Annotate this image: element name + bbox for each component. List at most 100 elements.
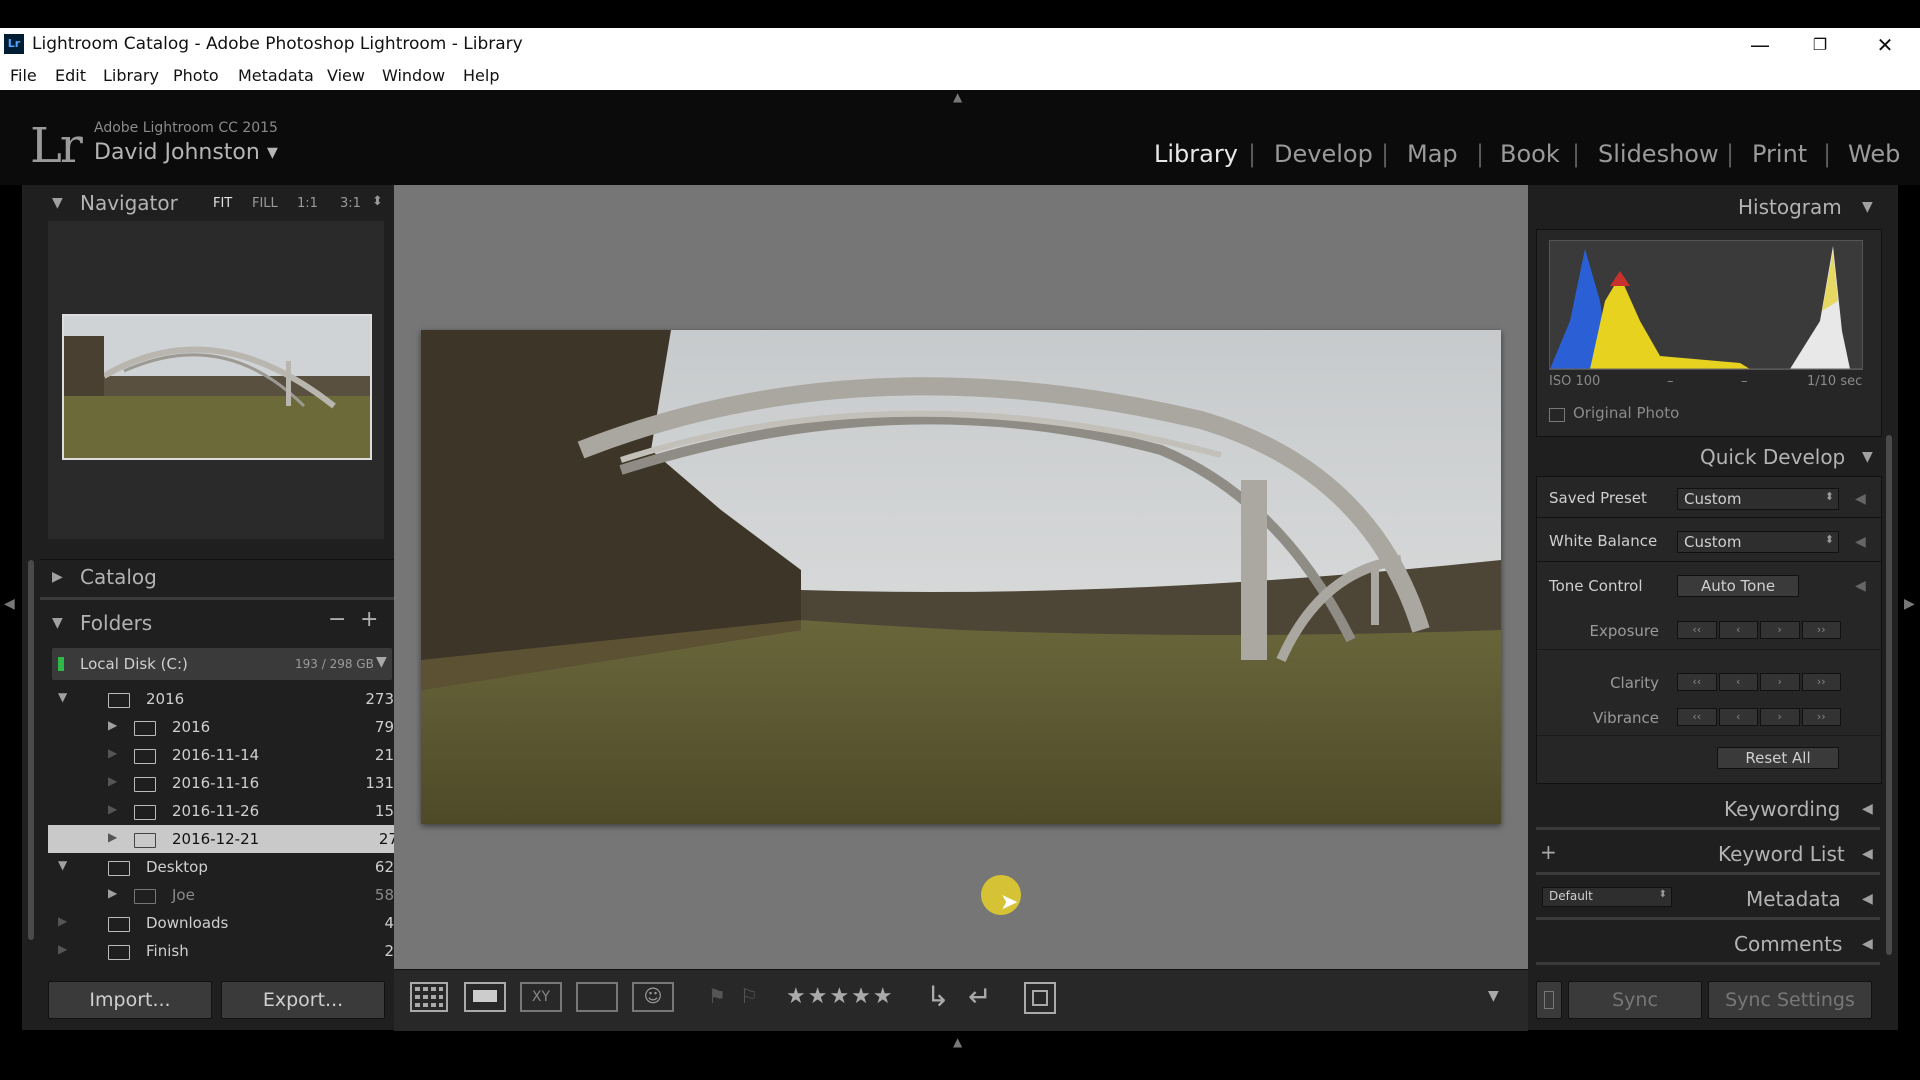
clarity-big-decrease[interactable]: ‹‹ bbox=[1677, 673, 1717, 691]
collapse-left-icon[interactable]: ◀ bbox=[4, 596, 15, 612]
expand-down-icon[interactable]: ▼ bbox=[58, 858, 67, 872]
menu-metadata[interactable]: Metadata bbox=[238, 66, 314, 85]
keyword-list-expand-icon[interactable]: ◀ bbox=[1862, 846, 1873, 862]
comments-title[interactable]: Comments bbox=[1734, 932, 1842, 956]
histogram-title[interactable]: Histogram bbox=[1738, 195, 1842, 219]
quick-develop-title[interactable]: Quick Develop bbox=[1700, 445, 1845, 469]
metadata-title[interactable]: Metadata bbox=[1746, 887, 1841, 911]
folder-row-selected[interactable]: ▶ 2016-12-21 27 bbox=[48, 825, 404, 853]
close-button[interactable]: ✕ bbox=[1855, 28, 1915, 62]
white-balance-dropdown[interactable]: Custom ⬍ bbox=[1677, 531, 1839, 553]
module-develop[interactable]: Develop bbox=[1274, 140, 1373, 168]
rotate-right-icon[interactable]: ↵ bbox=[968, 980, 991, 1013]
menu-photo[interactable]: Photo bbox=[173, 66, 219, 85]
sync-button[interactable]: Sync bbox=[1568, 981, 1702, 1019]
keyword-list-title[interactable]: Keyword List bbox=[1718, 842, 1845, 866]
quick-develop-collapse-icon[interactable]: ▼ bbox=[1862, 449, 1873, 465]
exposure-decrease[interactable]: ‹ bbox=[1718, 621, 1758, 639]
expand-right-icon[interactable]: ▶ bbox=[108, 830, 117, 844]
right-scrollbar[interactable] bbox=[1886, 435, 1892, 955]
add-keyword-button[interactable]: + bbox=[1540, 840, 1557, 864]
survey-view-icon[interactable] bbox=[576, 982, 618, 1012]
import-button[interactable]: Import... bbox=[48, 981, 212, 1019]
keywording-title[interactable]: Keywording bbox=[1724, 797, 1840, 821]
zoom-stepper-icon[interactable]: ⬍ bbox=[372, 194, 383, 209]
vibrance-decrease[interactable]: ‹ bbox=[1718, 708, 1758, 726]
menu-view[interactable]: View bbox=[327, 66, 365, 85]
tone-control-expand-icon[interactable]: ◀ bbox=[1855, 578, 1866, 594]
reset-all-button[interactable]: Reset All bbox=[1717, 747, 1839, 769]
vibrance-stepper[interactable]: ‹‹ ‹ › ›› bbox=[1677, 708, 1841, 726]
catalog-expand-icon[interactable]: ▶ bbox=[52, 569, 63, 585]
folder-row[interactable]: ▶ Downloads 4 bbox=[46, 909, 400, 937]
folder-row[interactable]: ▼ 2016 273 bbox=[46, 685, 400, 713]
histogram-graph[interactable] bbox=[1549, 240, 1863, 370]
module-web[interactable]: Web bbox=[1848, 140, 1900, 168]
flag-reject-icon[interactable]: ⚐ bbox=[740, 984, 758, 1008]
vibrance-big-increase[interactable]: ›› bbox=[1801, 708, 1841, 726]
zoom-3-1[interactable]: 3:1 bbox=[340, 196, 361, 211]
restore-button[interactable]: ❐ bbox=[1790, 28, 1850, 62]
keywording-expand-icon[interactable]: ◀ bbox=[1862, 801, 1873, 817]
exposure-big-decrease[interactable]: ‹‹ bbox=[1677, 621, 1717, 639]
auto-tone-button[interactable]: Auto Tone bbox=[1677, 575, 1799, 597]
rotate-left-icon[interactable]: ↳ bbox=[926, 980, 949, 1013]
minimize-button[interactable]: — bbox=[1730, 28, 1790, 62]
flag-pick-icon[interactable]: ⚑ bbox=[708, 984, 726, 1008]
auto-sync-toggle[interactable] bbox=[1536, 981, 1562, 1019]
zoom-fill[interactable]: FILL bbox=[252, 196, 278, 211]
clarity-big-increase[interactable]: ›› bbox=[1801, 673, 1841, 691]
menu-window[interactable]: Window bbox=[382, 66, 445, 85]
loupe-view[interactable]: ➤ bbox=[394, 185, 1528, 969]
expand-down-icon[interactable]: ▼ bbox=[58, 690, 67, 704]
left-scrollbar[interactable] bbox=[28, 560, 34, 940]
folder-row[interactable]: ▶ 2016 79 bbox=[46, 713, 400, 741]
clarity-increase[interactable]: › bbox=[1760, 673, 1800, 691]
folder-row[interactable]: ▶ 2016-11-16 131 bbox=[46, 769, 400, 797]
vibrance-increase[interactable]: › bbox=[1760, 708, 1800, 726]
grid-view-icon[interactable] bbox=[410, 982, 448, 1012]
collapse-top-icon[interactable]: ▲ bbox=[953, 90, 967, 104]
menu-edit[interactable]: Edit bbox=[55, 66, 86, 85]
vibrance-big-decrease[interactable]: ‹‹ bbox=[1677, 708, 1717, 726]
sync-settings-button[interactable]: Sync Settings bbox=[1708, 981, 1872, 1019]
metadata-expand-icon[interactable]: ◀ bbox=[1862, 891, 1873, 907]
expand-right-icon[interactable]: ▶ bbox=[108, 718, 117, 732]
exposure-big-increase[interactable]: ›› bbox=[1801, 621, 1841, 639]
expand-right-icon[interactable]: ▶ bbox=[108, 886, 117, 900]
navigator-title[interactable]: Navigator bbox=[80, 191, 178, 215]
toolbar-menu-icon[interactable]: ▼ bbox=[1488, 988, 1499, 1004]
user-name[interactable]: David Johnston ▾ bbox=[94, 140, 278, 165]
add-folder-button[interactable]: + bbox=[360, 607, 378, 632]
comments-expand-icon[interactable]: ◀ bbox=[1862, 936, 1873, 952]
white-balance-expand-icon[interactable]: ◀ bbox=[1855, 534, 1866, 550]
saved-preset-dropdown[interactable]: Custom ⬍ bbox=[1677, 488, 1839, 510]
remove-folder-button[interactable]: − bbox=[328, 607, 346, 632]
histogram-collapse-icon[interactable]: ▼ bbox=[1862, 199, 1873, 215]
menu-library[interactable]: Library bbox=[103, 66, 159, 85]
main-photo[interactable] bbox=[421, 330, 1501, 824]
collapse-right-icon[interactable]: ▶ bbox=[1904, 596, 1915, 612]
folder-row[interactable]: ▶ 2016-11-14 21 bbox=[46, 741, 400, 769]
crop-overlay-icon[interactable] bbox=[1024, 982, 1056, 1014]
navigator-thumbnail[interactable] bbox=[62, 314, 372, 460]
people-view-icon[interactable]: ☺ bbox=[632, 982, 674, 1012]
folders-collapse-icon[interactable]: ▼ bbox=[52, 615, 63, 631]
metadata-preset-dropdown[interactable]: Default ⬍ bbox=[1542, 887, 1672, 907]
folder-row[interactable]: ▼ Desktop 62 bbox=[46, 853, 400, 881]
clarity-stepper[interactable]: ‹‹ ‹ › ›› bbox=[1677, 673, 1841, 691]
volume-bar[interactable]: Local Disk (C:) 193 / 298 GB ▼ bbox=[52, 648, 392, 680]
folders-title[interactable]: Folders bbox=[80, 611, 152, 635]
exposure-increase[interactable]: › bbox=[1760, 621, 1800, 639]
folder-row[interactable]: ▶ Finish 2 bbox=[46, 937, 400, 965]
module-book[interactable]: Book bbox=[1500, 140, 1560, 168]
folder-row[interactable]: ▶ 2016-11-26 15 bbox=[46, 797, 400, 825]
clarity-decrease[interactable]: ‹ bbox=[1718, 673, 1758, 691]
menu-help[interactable]: Help bbox=[463, 66, 499, 85]
catalog-title[interactable]: Catalog bbox=[80, 565, 157, 589]
module-map[interactable]: Map bbox=[1407, 140, 1458, 168]
module-library[interactable]: Library bbox=[1154, 140, 1238, 168]
folder-row-missing[interactable]: ▶ Joe 58 bbox=[46, 881, 400, 909]
original-photo-checkbox[interactable] bbox=[1549, 408, 1565, 422]
module-slideshow[interactable]: Slideshow bbox=[1598, 140, 1719, 168]
